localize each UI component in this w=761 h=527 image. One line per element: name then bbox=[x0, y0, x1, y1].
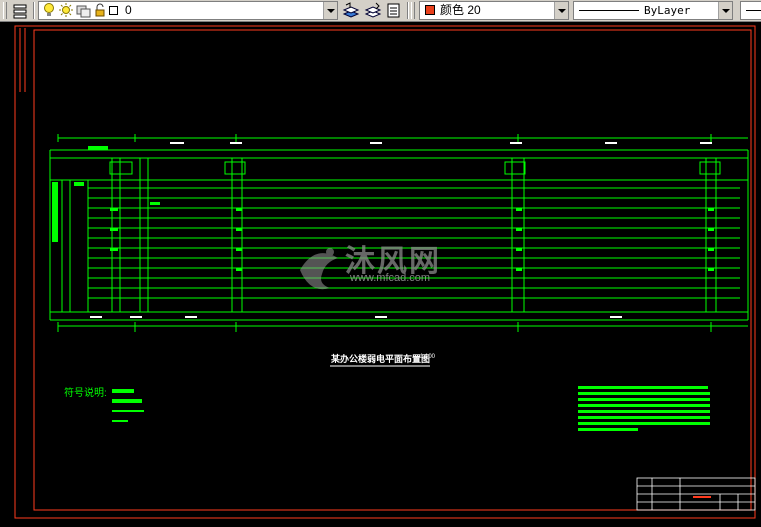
layer-color-swatch bbox=[109, 6, 118, 15]
properties-toolbar: 0 颜色 20 ByLayer bbox=[0, 0, 761, 22]
color-combo[interactable]: 颜色 20 bbox=[419, 1, 569, 20]
drawing-canvas[interactable]: 沐风网 www.mfcad.com 某办公楼弱电平面布置图 1:100 符号说明… bbox=[0, 22, 761, 522]
legend-symbol bbox=[112, 389, 134, 393]
legend-heading: 符号说明: bbox=[64, 388, 107, 399]
design-notes bbox=[578, 386, 710, 431]
drawing-scale: 1:100 bbox=[420, 354, 436, 360]
layer-previous-icon[interactable] bbox=[364, 2, 382, 18]
toolbar-separator bbox=[33, 2, 35, 19]
lineweight-combo[interactable] bbox=[740, 1, 761, 20]
linetype-label: ByLayer bbox=[644, 4, 691, 17]
color-label: 颜色 20 bbox=[440, 3, 481, 17]
color-dropdown-arrow[interactable] bbox=[554, 2, 568, 19]
title-block bbox=[636, 477, 756, 511]
dimension-labels bbox=[90, 142, 712, 318]
color-swatch bbox=[425, 5, 435, 15]
linetype-dropdown-arrow[interactable] bbox=[718, 2, 732, 19]
watermark-url: www.mfcad.com bbox=[350, 272, 431, 284]
layer-value: 0 bbox=[125, 3, 132, 17]
make-current-layer-icon[interactable] bbox=[342, 2, 360, 18]
toolbar-grip[interactable] bbox=[3, 2, 7, 19]
lineweight-sample-line bbox=[746, 10, 761, 11]
lock-icon[interactable] bbox=[94, 2, 110, 18]
layer-states-icon[interactable] bbox=[386, 2, 402, 18]
legend-symbol bbox=[112, 410, 144, 412]
legend-symbol bbox=[112, 399, 142, 403]
layer-combo[interactable]: 0 bbox=[38, 1, 338, 20]
lightbulb-icon[interactable] bbox=[43, 2, 59, 18]
drawing-title: 某办公楼弱电平面布置图 bbox=[331, 354, 431, 364]
toolbar-separator bbox=[407, 2, 409, 19]
layer-manager-icon[interactable] bbox=[12, 2, 28, 19]
watermark-logo bbox=[300, 248, 338, 290]
layer-dropdown-arrow[interactable] bbox=[323, 2, 337, 19]
viewport-freeze-icon[interactable] bbox=[76, 2, 92, 18]
linetype-combo[interactable]: ByLayer bbox=[573, 1, 733, 20]
toolbar-grip[interactable] bbox=[411, 2, 415, 19]
linetype-sample-line bbox=[579, 10, 639, 11]
title-block-text-mark bbox=[693, 496, 711, 498]
sun-icon[interactable] bbox=[58, 2, 74, 18]
floor-plan bbox=[49, 134, 749, 332]
legend-symbol bbox=[112, 420, 128, 422]
